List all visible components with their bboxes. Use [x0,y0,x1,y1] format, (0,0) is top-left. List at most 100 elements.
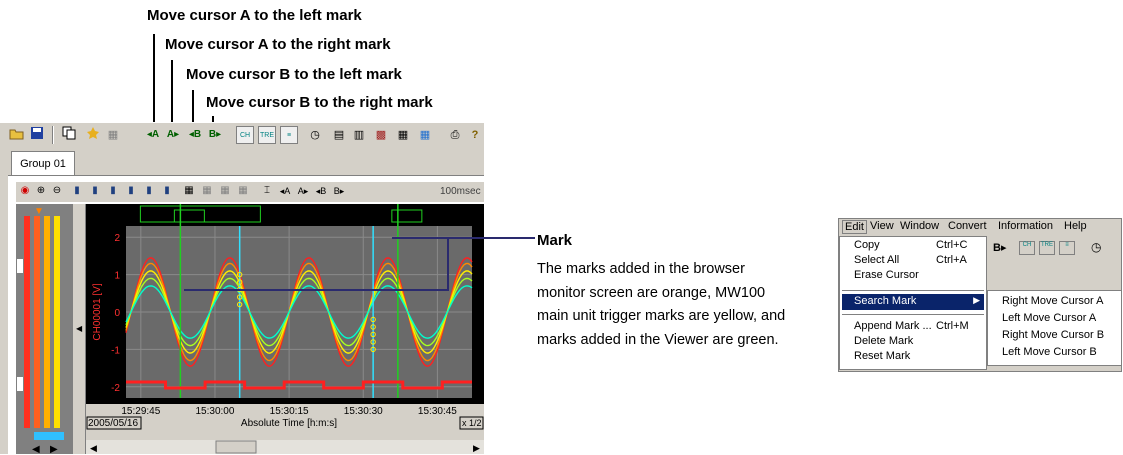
chart-toolbar: ◉ ⊕ ⊖ ▮ ▮ ▮ ▮ ▮ ▮ ▦ ▦ ▦ ▦ ⌶ ◂A A▸ ◂B B▸ … [16,182,484,202]
print-icon[interactable]: ⎙ [446,126,464,144]
erase-icon[interactable]: ▦ [104,126,122,144]
menu-bar: Edit View Window Convert Information Hel… [838,218,1122,236]
save-icon[interactable] [28,126,46,144]
cursor-b-right-button[interactable]: B▸ [206,126,224,144]
channel-view-icon-menu[interactable]: CH [1019,241,1035,255]
submenu-right-move-cursor-b[interactable]: Right Move Cursor B [1002,329,1104,341]
scroll-left-icon[interactable]: ◀ [32,444,40,455]
zoom-in-icon[interactable]: ⊕ [34,184,48,198]
meter-bar [54,216,60,428]
help-icon[interactable]: ? [466,126,484,144]
open-folder-icon[interactable] [8,126,26,144]
mark-leader [184,237,535,291]
callout-a-left: Move cursor A to the left mark [147,7,362,24]
cursor-star-icon[interactable] [84,126,102,144]
edit-dropdown: Copy Ctrl+C Select All Ctrl+A Erase Curs… [839,236,987,370]
search-mark-submenu: Right Move Cursor A Left Move Cursor A R… [987,290,1122,366]
clock-icon[interactable]: ◷ [306,126,324,144]
trend-view-icon-menu[interactable]: TRE [1039,241,1055,255]
bars5-icon[interactable]: ▮ [160,184,174,198]
y-tick-label: -1 [111,345,120,356]
menu-toolbar: B▸ CH TRE ≡ ◷ [989,237,1121,259]
meter-blocks [34,432,64,440]
meter-bar [44,216,50,428]
grid-2-icon[interactable]: ▦ [200,184,214,198]
sub-cursor-a-left-icon[interactable]: ◂A [278,184,292,198]
sub-cursor-a-right-icon[interactable]: A▸ [296,184,310,198]
menu-separator [842,314,984,315]
color-chart-icon[interactable]: ▩ [372,126,390,144]
bars-icon[interactable]: ▮ [88,184,102,198]
meter-bar [34,216,40,428]
callout-line-a-right [171,60,173,124]
shortcut-select-all: Ctrl+A [936,254,967,266]
bars4-icon[interactable]: ▮ [142,184,156,198]
menu-view[interactable]: View [870,220,894,232]
scroll-right-icon[interactable]: ▶ [50,444,58,455]
sub-cursor-b-right-icon[interactable]: B▸ [332,184,346,198]
y-tick-label: -2 [111,383,120,394]
menu-help[interactable]: Help [1064,220,1087,232]
clock-icon-menu[interactable]: ◷ [1091,240,1101,254]
mark-title: Mark [537,232,573,249]
menu-item-reset-mark[interactable]: Reset Mark [854,350,910,362]
x-tick-label: 15:30:15 [270,406,309,417]
h-scrollbar [86,440,484,454]
meter-slider-top[interactable] [16,258,24,274]
table-icon[interactable]: ▤ [330,126,348,144]
list-icon[interactable]: ▦ [394,126,412,144]
toolbar-separator [52,126,54,144]
grid-4-icon[interactable]: ▦ [236,184,250,198]
zoom-out-icon[interactable]: ⊖ [50,184,64,198]
submenu-left-move-cursor-b[interactable]: Left Move Cursor B [1002,346,1097,358]
h-scroll-thumb [215,440,257,454]
cursor-b-left-button[interactable]: ◂B [186,126,204,144]
level-meter: ▼ ◀ ▶ [16,204,72,455]
search-mark-label: Search Mark [854,295,917,307]
digital-view-icon-menu[interactable]: ≡ [1059,241,1075,255]
y-tick-label: 1 [114,271,120,282]
cursor-a-left-button[interactable]: ◂A [144,126,162,144]
submenu-left-move-cursor-a[interactable]: Left Move Cursor A [1002,312,1096,324]
menu-item-append-mark[interactable]: Append Mark ... [854,320,932,332]
grid-3-icon[interactable]: ▦ [218,184,232,198]
sub-cursor-b-left-icon[interactable]: ◂B [314,184,328,198]
menu-item-select-all[interactable]: Select All [854,254,899,266]
cursor-a-right-button[interactable]: A▸ [164,126,182,144]
menu-item-search-mark[interactable]: Search Mark ▶ [842,294,984,310]
menu-item-copy[interactable]: Copy [854,239,880,251]
record-icon[interactable]: ◉ [18,184,32,198]
bars3-icon[interactable]: ▮ [124,184,138,198]
cursor-b-right-button-menu[interactable]: B▸ [993,241,1006,254]
menu-item-delete-mark[interactable]: Delete Mark [854,335,913,347]
bar-chart-icon[interactable]: ▮ [70,184,84,198]
tab-group-01[interactable]: Group 01 [11,151,75,176]
submenu-arrow-icon: ▶ [973,295,980,305]
bars2-icon[interactable]: ▮ [106,184,120,198]
callout-line-a-left [153,34,155,124]
y-axis-label: CH00001 [V] [92,283,103,340]
digital-view-icon[interactable]: ≡ [280,126,298,144]
callout-b-right: Move cursor B to the right mark [206,94,433,111]
copy-icon[interactable] [60,126,78,144]
menu-convert[interactable]: Convert [948,220,987,232]
trend-view-icon[interactable]: TRE [258,126,276,144]
calc-icon[interactable]: ▦ [416,126,434,144]
shortcut-append-mark: Ctrl+M [936,320,969,332]
channel-view-icon[interactable]: CH [236,126,254,144]
scale-icon[interactable]: ⌶ [260,184,274,198]
meter-slider-bottom[interactable] [16,376,24,392]
submenu-right-move-cursor-a[interactable]: Right Move Cursor A [1002,295,1103,307]
x-tick-label: 15:30:00 [196,406,235,417]
menu-window[interactable]: Window [900,220,939,232]
grid-1-icon[interactable]: ▦ [182,184,196,198]
mark-description: The marks added in the browser monitor s… [537,261,786,348]
grid-icon[interactable]: ▥ [350,126,368,144]
menu-item-erase-cursor[interactable]: Erase Cursor [854,269,919,281]
x-axis-label: Absolute Time [h:m:s] [241,418,337,429]
splitter[interactable]: ◀ [72,204,86,454]
menu-information[interactable]: Information [998,220,1053,232]
scroll-left-icon: ◀ [90,443,97,453]
menu-edit[interactable]: Edit [842,220,867,234]
callout-a-right: Move cursor A to the right mark [165,36,391,53]
